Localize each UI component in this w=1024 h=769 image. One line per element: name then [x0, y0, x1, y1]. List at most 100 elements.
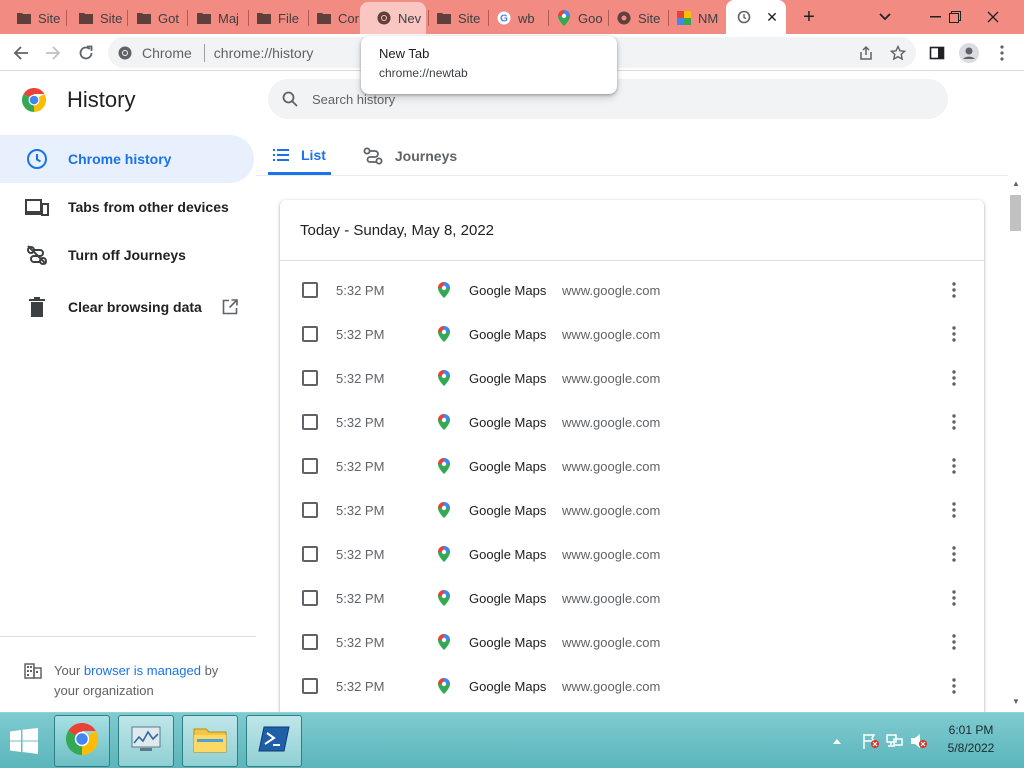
entry-checkbox[interactable] — [302, 326, 318, 342]
hover-card-title: New Tab — [379, 46, 430, 61]
sidebar-item-clear-browsing-data[interactable]: Clear browsing data — [0, 283, 254, 331]
bookmark-star-icon[interactable] — [885, 40, 911, 66]
entry-title-link[interactable]: Google Maps — [469, 283, 546, 298]
tab-11[interactable]: NM — [660, 6, 726, 30]
tab-5[interactable]: Cor — [300, 6, 360, 30]
journeys-off-icon — [24, 244, 50, 266]
chrome-icon — [65, 722, 99, 760]
volume-muted-icon[interactable] — [910, 713, 928, 769]
back-button[interactable] — [8, 40, 34, 66]
tab-label: Site — [638, 10, 661, 26]
forward-button[interactable] — [40, 40, 66, 66]
tab-0[interactable]: Site — [0, 6, 60, 30]
folder-icon — [78, 10, 94, 26]
tab-search-chevron-icon[interactable] — [868, 0, 902, 34]
tab-2[interactable]: Got — [120, 6, 180, 30]
entry-more-actions-icon[interactable] — [942, 586, 966, 610]
reload-button[interactable] — [73, 40, 99, 66]
history-entry-row[interactable]: 5:32 PM Google Maps www.google.com — [280, 532, 984, 576]
entry-domain: www.google.com — [562, 678, 661, 694]
entry-domain: www.google.com — [562, 370, 661, 386]
close-tab-icon[interactable]: ✕ — [764, 9, 780, 25]
windows-taskbar: 6:01 PM 5/8/2022 — [0, 712, 1024, 768]
entry-checkbox[interactable] — [302, 634, 318, 650]
action-center-flag-icon[interactable] — [862, 713, 880, 769]
tab-label: Site — [38, 10, 60, 26]
network-icon[interactable] — [886, 713, 904, 769]
tab-history-active[interactable]: ✕ — [726, 0, 786, 34]
close-window-button[interactable] — [976, 0, 1010, 34]
taskbar-file-explorer-app[interactable] — [182, 715, 238, 767]
entry-checkbox[interactable] — [302, 590, 318, 606]
entry-title-link[interactable]: Google Maps — [469, 679, 546, 694]
entry-title-link[interactable]: Google Maps — [469, 547, 546, 562]
history-entry-row[interactable]: 5:32 PM Google Maps www.google.com — [280, 268, 984, 312]
entry-more-actions-icon[interactable] — [942, 278, 966, 302]
entry-checkbox[interactable] — [302, 458, 318, 474]
site-label: Chrome — [142, 44, 192, 61]
entry-title-link[interactable]: Google Maps — [469, 503, 546, 518]
tab-9[interactable]: Goo — [540, 6, 606, 30]
entry-more-actions-icon[interactable] — [942, 454, 966, 478]
sidebar-item-tabs-from-other-devices[interactable]: Tabs from other devices — [0, 183, 254, 231]
entry-checkbox[interactable] — [302, 546, 318, 562]
entry-title-link[interactable]: Google Maps — [469, 635, 546, 650]
taskbar-powershell-app[interactable] — [246, 715, 302, 767]
entry-checkbox[interactable] — [302, 678, 318, 694]
entry-checkbox[interactable] — [302, 282, 318, 298]
entry-more-actions-icon[interactable] — [942, 542, 966, 566]
tab-1[interactable]: Site — [62, 6, 122, 30]
history-entry-row[interactable]: 5:32 PM Google Maps www.google.com — [280, 488, 984, 532]
chrome-menu-icon[interactable] — [989, 40, 1015, 66]
sidebar-item-chrome-history[interactable]: Chrome history — [0, 135, 254, 183]
entry-more-actions-icon[interactable] — [942, 322, 966, 346]
entry-more-actions-icon[interactable] — [942, 366, 966, 390]
restore-button[interactable] — [938, 0, 972, 34]
entry-checkbox[interactable] — [302, 370, 318, 386]
page-scrollbar[interactable]: ▲ ▼ — [1008, 175, 1024, 712]
tab-7[interactable]: Site — [420, 6, 486, 30]
share-icon[interactable] — [853, 40, 879, 66]
entry-more-actions-icon[interactable] — [942, 630, 966, 654]
tab-journeys[interactable]: Journeys — [363, 137, 457, 175]
tab-10[interactable]: Site — [600, 6, 666, 30]
entry-title-link[interactable]: Google Maps — [469, 327, 546, 342]
tab-8[interactable]: G wb — [480, 6, 546, 30]
folder-icon — [256, 10, 272, 26]
entry-title-link[interactable]: Google Maps — [469, 371, 546, 386]
entry-more-actions-icon[interactable] — [942, 410, 966, 434]
tab-3[interactable]: Maj — [180, 6, 240, 30]
side-panel-icon[interactable] — [924, 40, 950, 66]
sidebar-item-turn-off-journeys[interactable]: Turn off Journeys — [0, 231, 254, 279]
entry-title-link[interactable]: Google Maps — [469, 459, 546, 474]
browser-managed-link[interactable]: browser is managed — [84, 663, 201, 678]
tab-hover-card: New Tab chrome://newtab — [361, 36, 617, 94]
history-entry-row[interactable]: 5:32 PM Google Maps www.google.com — [280, 400, 984, 444]
taskbar-chrome-app[interactable] — [54, 715, 110, 767]
start-button[interactable] — [4, 723, 44, 759]
history-entry-row[interactable]: 5:32 PM Google Maps www.google.com — [280, 312, 984, 356]
show-hidden-icons-button[interactable] — [832, 713, 842, 769]
maps-pin-icon — [438, 370, 450, 386]
list-icon — [273, 148, 289, 161]
tab-6[interactable]: Nev — [360, 2, 426, 34]
history-entry-row[interactable]: 5:32 PM Google Maps www.google.com — [280, 576, 984, 620]
entry-checkbox[interactable] — [302, 414, 318, 430]
scrollbar-thumb[interactable] — [1010, 195, 1021, 231]
history-entry-row[interactable]: 5:32 PM Google Maps www.google.com — [280, 444, 984, 488]
history-entry-row[interactable]: 5:32 PM Google Maps www.google.com — [280, 664, 984, 708]
taskbar-task-manager-app[interactable] — [118, 715, 174, 767]
entry-title-link[interactable]: Google Maps — [469, 415, 546, 430]
history-entry-row[interactable]: 5:32 PM Google Maps www.google.com — [280, 620, 984, 664]
entry-more-actions-icon[interactable] — [942, 498, 966, 522]
system-clock[interactable]: 6:01 PM 5/8/2022 — [940, 721, 1002, 757]
history-entry-row[interactable]: 5:32 PM Google Maps www.google.com — [280, 356, 984, 400]
entry-checkbox[interactable] — [302, 502, 318, 518]
tab-4[interactable]: File — [240, 6, 300, 30]
entry-title-link[interactable]: Google Maps — [469, 591, 546, 606]
new-tab-button[interactable]: + — [798, 6, 820, 28]
profile-avatar-icon[interactable] — [956, 40, 982, 66]
tab-label: Goo — [578, 10, 603, 26]
tab-list[interactable]: List — [268, 137, 331, 175]
entry-more-actions-icon[interactable] — [942, 674, 966, 698]
